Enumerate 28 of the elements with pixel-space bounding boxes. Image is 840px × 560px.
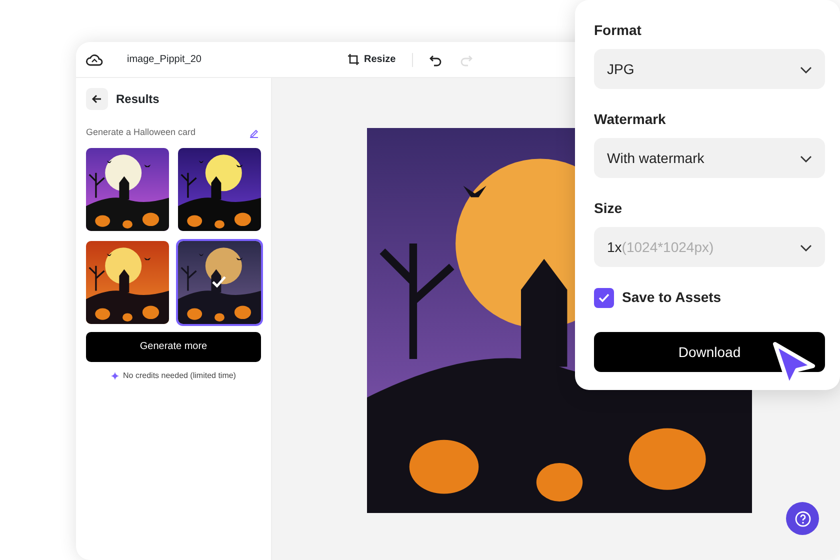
- field-label: Size: [594, 199, 624, 218]
- edit-icon[interactable]: [249, 128, 259, 138]
- panel-title: Results: [116, 91, 160, 108]
- chevron-down-icon: [800, 244, 812, 252]
- file-name: image_Pippit_20: [127, 53, 202, 67]
- sparkle-icon: [111, 372, 120, 380]
- checkbox-label: Save to Assets: [622, 288, 722, 307]
- credits-note: No credits needed (limited time): [123, 370, 236, 382]
- chevron-down-icon: [800, 66, 812, 74]
- field-label: Watermark: [594, 110, 667, 129]
- download-button[interactable]: Download: [594, 332, 825, 372]
- check-icon: [598, 292, 610, 302]
- arrow-left-icon: [91, 93, 103, 105]
- field-label: Format: [594, 21, 642, 40]
- chevron-down-icon: [800, 154, 812, 163]
- check-icon: [211, 274, 227, 288]
- undo-button[interactable]: [428, 52, 443, 66]
- checkbox[interactable]: [594, 288, 614, 308]
- dropdown[interactable]: JPG: [594, 49, 825, 89]
- generate-more-button[interactable]: Generate more: [86, 332, 261, 362]
- dropdown[interactable]: With watermark: [594, 138, 825, 178]
- cloud-icon[interactable]: [86, 52, 103, 66]
- question-icon: [794, 510, 812, 528]
- back-button[interactable]: [86, 88, 108, 110]
- crop-icon: [347, 53, 360, 66]
- dropdown[interactable]: 1x(1024*1024px): [594, 227, 825, 267]
- resize-button[interactable]: Resize: [347, 52, 396, 67]
- prompt-text: Generate a Halloween card: [86, 126, 196, 139]
